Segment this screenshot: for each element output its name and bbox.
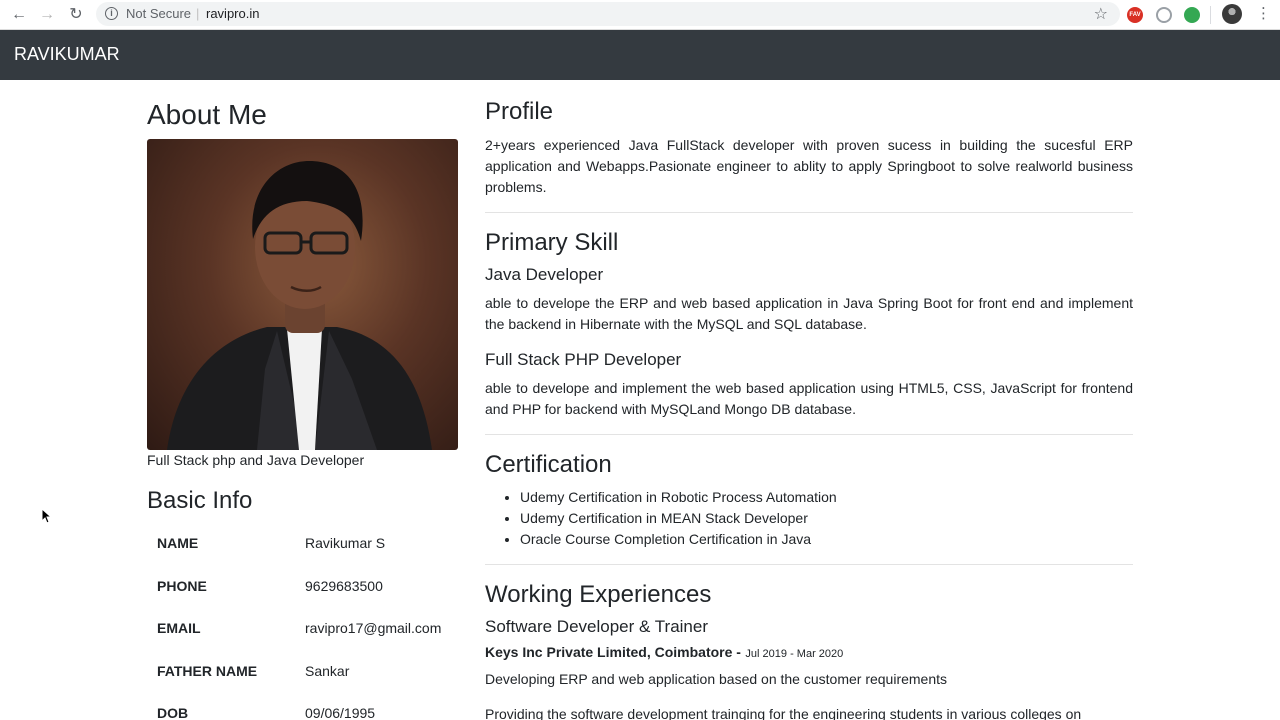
security-label: Not Secure (126, 6, 192, 21)
photo-caption: Full Stack php and Java Developer (147, 452, 365, 468)
site-brand[interactable]: RAVIKUMAR (14, 44, 120, 65)
section-divider (485, 434, 1133, 435)
experience-heading: Working Experiences (485, 581, 712, 608)
company-name: Keys Inc Private Limited, Coimbatore - (485, 644, 741, 660)
info-value: ravipro17@gmail.com (305, 620, 442, 636)
info-value: 09/06/1995 (305, 705, 376, 720)
list-item: Udemy Certification in Robotic Process A… (520, 487, 837, 508)
info-icon[interactable]: i (105, 7, 118, 20)
basic-info-heading: Basic Info (147, 487, 253, 514)
info-label: PHONE (157, 578, 207, 594)
url-text[interactable]: ravipro.in (206, 6, 259, 21)
mouse-cursor-icon (42, 509, 52, 524)
info-row-email: EMAIL ravipro17@gmail.com (147, 620, 458, 663)
section-divider (485, 212, 1133, 213)
extension-red-icon[interactable]: FAV (1127, 7, 1143, 23)
url-separator: | (196, 6, 200, 21)
profile-avatar[interactable] (1222, 4, 1242, 24)
info-value: Ravikumar S (305, 535, 386, 551)
skill-description: able to develope the ERP and web based a… (485, 295, 1133, 332)
back-arrow-icon[interactable]: ← (9, 5, 29, 25)
skill-title: Full Stack PHP Developer (485, 350, 682, 369)
experience-point: Developing ERP and web application based… (485, 671, 948, 687)
site-navbar: RAVIKUMAR (0, 30, 1280, 80)
toolbar-divider (1210, 6, 1211, 24)
profile-heading: Profile (485, 98, 554, 125)
address-bar[interactable]: i Not Secure | ravipro.in ☆ (96, 2, 1120, 26)
section-divider (485, 564, 1133, 565)
list-item: Udemy Certification in MEAN Stack Develo… (520, 508, 837, 529)
browser-menu-icon[interactable]: ⋮ (1256, 4, 1271, 24)
info-row-father-name: FATHER NAME Sankar (147, 663, 458, 706)
primary-skill-heading: Primary Skill (485, 229, 619, 256)
experience-dates: Jul 2019 - Mar 2020 (745, 648, 844, 660)
list-item: Oracle Course Completion Certification i… (520, 529, 837, 550)
extension-green-icon[interactable] (1184, 7, 1200, 23)
info-label: DOB (157, 705, 189, 720)
certification-heading: Certification (485, 451, 612, 478)
reload-icon[interactable]: ↻ (66, 5, 86, 25)
browser-toolbar: ← → ↻ i Not Secure | ravipro.in ☆ FAV ⋮ (0, 0, 1280, 30)
info-value: 9629683500 (305, 578, 383, 594)
forward-arrow-icon[interactable]: → (37, 5, 57, 25)
experience-role: Software Developer & Trainer (485, 617, 708, 636)
experience-point: Providing the software development train… (485, 706, 1082, 720)
skill-description: able to develope and implement the web b… (485, 380, 1133, 417)
info-label: NAME (157, 535, 199, 551)
info-row-dob: DOB 09/06/1995 (147, 705, 458, 720)
info-label: EMAIL (157, 620, 201, 636)
info-row-name: NAME Ravikumar S (147, 535, 458, 578)
experience-company-line: Keys Inc Private Limited, Coimbatore - J… (485, 644, 1133, 662)
skill-title: Java Developer (485, 265, 604, 284)
profile-photo (147, 139, 458, 450)
profile-text: 2+years experienced Java FullStack devel… (485, 137, 1133, 195)
info-value: Sankar (305, 663, 350, 679)
extension-gray-icon[interactable] (1156, 7, 1172, 23)
info-label: FATHER NAME (157, 663, 258, 679)
info-row-phone: PHONE 9629683500 (147, 578, 458, 621)
certification-list: Udemy Certification in Robotic Process A… (520, 487, 837, 550)
about-heading: About Me (147, 99, 267, 130)
bookmark-star-icon[interactable]: ☆ (1094, 4, 1108, 24)
